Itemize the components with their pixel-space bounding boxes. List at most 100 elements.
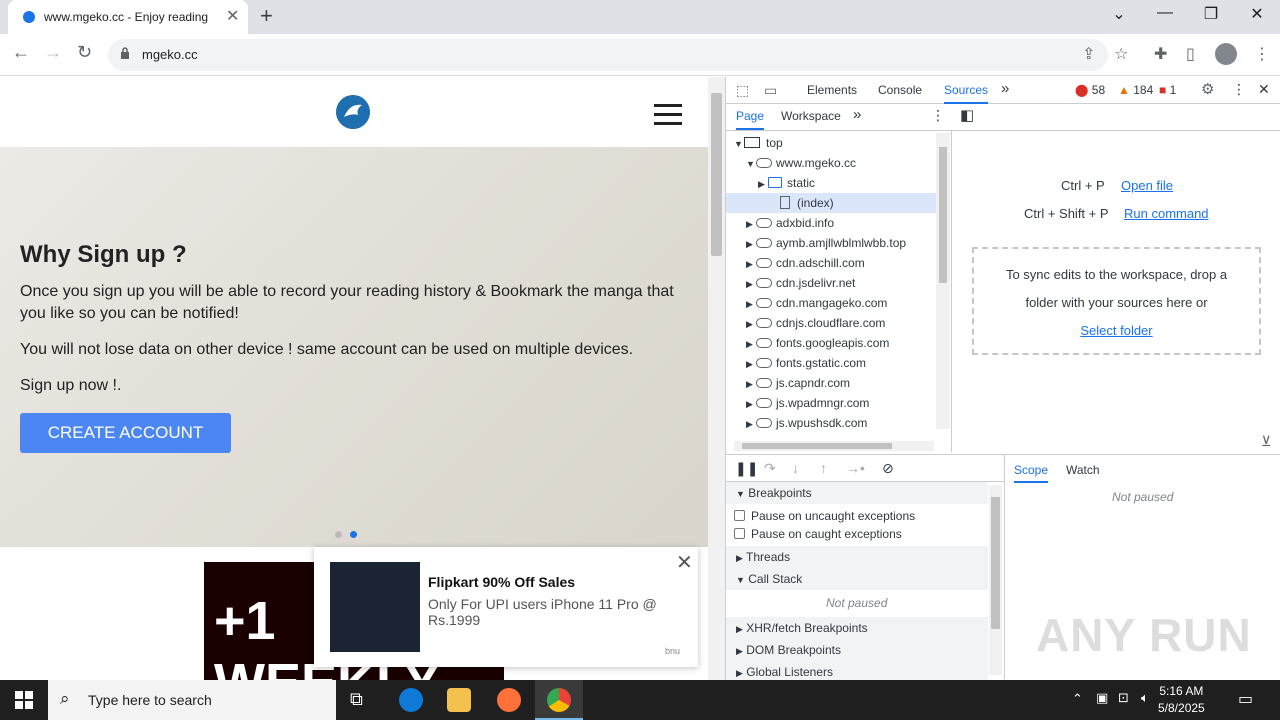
deactivate-breakpoints-icon[interactable]: ⊘	[882, 460, 894, 477]
open-file-link[interactable]: Open file	[1121, 178, 1173, 193]
slider-dot-1[interactable]	[335, 531, 342, 538]
xhr-breakpoints-section[interactable]: ▶ XHR/fetch Breakpoints	[726, 617, 988, 639]
tree-scrollbar-thumb[interactable]	[939, 147, 947, 283]
tab-scope[interactable]: Scope	[1014, 463, 1049, 483]
collapsed-triangle-icon[interactable]: ▶	[746, 314, 756, 334]
task-view-icon[interactable]: ⧉	[350, 689, 363, 710]
step-icon[interactable]: →•	[846, 460, 865, 476]
step-into-icon[interactable]: ↓	[792, 460, 799, 476]
tree-item[interactable]: ▶ cdn.mangageko.com	[726, 293, 936, 313]
collapsed-triangle-icon[interactable]: ▶	[758, 174, 768, 194]
chrome-taskbar-item[interactable]	[535, 680, 583, 720]
tree-item[interactable]: ▶ cdnjs.cloudflare.com	[726, 313, 936, 333]
forward-button[interactable]: →	[44, 42, 62, 63]
create-account-button[interactable]: CREATE ACCOUNT	[20, 413, 231, 453]
collapsed-triangle-icon[interactable]: ▶	[746, 414, 756, 434]
subtab-page[interactable]: Page	[736, 109, 765, 130]
expanded-triangle-icon[interactable]: ▼	[734, 134, 744, 154]
address-bar[interactable]: mgeko.cc	[108, 39, 1108, 71]
network-icon[interactable]: ⊡	[1118, 690, 1129, 706]
search-placeholder[interactable]: Type here to search	[88, 692, 212, 708]
edge-icon[interactable]	[399, 688, 423, 712]
error-count-badge[interactable]: ⬤ 58	[1075, 83, 1105, 97]
toggle-sidebar-icon[interactable]: ◧	[960, 106, 974, 124]
device-toggle-icon[interactable]: ▭	[764, 82, 777, 99]
restore-button[interactable]: ❐	[1188, 4, 1234, 24]
call-stack-section[interactable]: ▼ Call Stack	[726, 568, 988, 590]
warning-count-badge[interactable]: ▲ 184	[1118, 83, 1153, 97]
minimize-button[interactable]: —	[1142, 4, 1188, 22]
browser-tab[interactable]: www.mgeko.cc - Enjoy reading ✕	[8, 0, 248, 34]
reload-button[interactable]: ↻	[77, 42, 92, 63]
lock-icon[interactable]	[120, 47, 130, 59]
tree-scrollbar[interactable]	[936, 133, 950, 429]
step-out-icon[interactable]: ↑	[820, 460, 827, 476]
site-logo[interactable]	[336, 95, 370, 129]
tree-item[interactable]: ▼ www.mgeko.cc	[726, 153, 936, 173]
inspect-icon[interactable]: ⬚	[736, 82, 749, 99]
tree-hscrollbar-thumb[interactable]	[742, 443, 892, 449]
step-over-icon[interactable]: ↷	[764, 460, 776, 477]
scrollbar-thumb[interactable]	[711, 93, 722, 256]
back-button[interactable]: ←	[12, 42, 30, 63]
collapsed-triangle-icon[interactable]: ▶	[746, 254, 756, 274]
tree-item[interactable]: ▶ fonts.googleapis.com	[726, 333, 936, 353]
tree-item[interactable]: ▶ adxbid.info	[726, 213, 936, 233]
tab-close-icon[interactable]: ✕	[226, 6, 239, 26]
notifications-icon[interactable]: ▭	[1238, 689, 1253, 709]
pause-icon[interactable]: ❚❚	[735, 460, 758, 477]
subtab-more-icon[interactable]: »	[853, 106, 861, 123]
collapsed-triangle-icon[interactable]: ▶	[746, 374, 756, 394]
tab-elements[interactable]: Elements	[807, 83, 857, 97]
ad-headline[interactable]: Flipkart 90% Off Sales	[428, 574, 575, 590]
chrome-icon[interactable]	[547, 688, 571, 712]
hamburger-menu-icon[interactable]	[654, 104, 682, 131]
workspace-drop-zone[interactable]: To sync edits to the workspace, drop a f…	[972, 247, 1261, 355]
select-folder-link[interactable]: Select folder	[974, 317, 1259, 345]
checkbox-icon[interactable]	[734, 510, 745, 521]
run-command-link[interactable]: Run command	[1124, 206, 1209, 221]
profile-icon[interactable]	[1215, 43, 1237, 65]
tree-item[interactable]: ▶ aymb.amjllwblmlwbb.top	[726, 233, 936, 253]
windows-start-icon[interactable]	[15, 691, 33, 709]
tree-item[interactable]: ▶ js.wpadmngr.com	[726, 393, 936, 413]
pause-uncaught-checkbox[interactable]: Pause on uncaught exceptions	[734, 509, 915, 523]
tab-search-icon[interactable]: ⌄	[1096, 4, 1142, 24]
debug-scrollbar[interactable]	[989, 485, 1002, 675]
volume-icon[interactable]: 🔈︎	[1141, 690, 1149, 706]
tree-item[interactable]: ▶ js.capndr.com	[726, 373, 936, 393]
collapsed-triangle-icon[interactable]: ▶	[746, 294, 756, 314]
navigator-more-icon[interactable]: ⋮	[931, 107, 945, 124]
debug-scrollbar-thumb[interactable]	[991, 497, 1000, 629]
tree-item[interactable]: ▼ top	[726, 133, 936, 153]
console-drawer-icon[interactable]: ⊻	[1261, 433, 1271, 450]
collapsed-triangle-icon[interactable]: ▶	[746, 394, 756, 414]
expanded-triangle-icon[interactable]: ▼	[746, 154, 756, 174]
tree-hscrollbar[interactable]	[734, 441, 934, 451]
tree-item[interactable]: ▶ cdn.adschill.com	[726, 253, 936, 273]
page-scrollbar[interactable]	[708, 77, 725, 680]
tab-console[interactable]: Console	[878, 83, 922, 97]
tab-sources[interactable]: Sources	[944, 83, 989, 104]
collapsed-triangle-icon[interactable]: ▶	[746, 274, 756, 294]
collapsed-triangle-icon[interactable]: ▶	[746, 234, 756, 254]
breakpoints-section[interactable]: ▼ Breakpoints	[726, 482, 988, 504]
file-explorer-icon[interactable]	[447, 688, 471, 712]
tree-item[interactable]: ▶ js.wpushsdk.com	[726, 413, 936, 433]
collapsed-triangle-icon[interactable]: ▶	[746, 354, 756, 374]
url-text[interactable]: mgeko.cc	[142, 47, 198, 62]
devtools-close-icon[interactable]: ✕	[1258, 81, 1270, 98]
tree-item[interactable]: ▶ static	[726, 173, 936, 193]
ad-close-icon[interactable]: ✕	[676, 550, 693, 575]
firefox-icon[interactable]	[497, 688, 521, 712]
threads-section[interactable]: ▶ Threads	[726, 546, 988, 568]
extensions-icon[interactable]: ✚	[1154, 44, 1167, 64]
taskbar-search[interactable]: ⌕ Type here to search	[48, 680, 336, 720]
side-panel-icon[interactable]: ▯	[1186, 44, 1195, 64]
more-icon[interactable]: ⋮	[1254, 44, 1270, 64]
tree-item[interactable]: (index)	[726, 193, 936, 213]
collapsed-triangle-icon[interactable]: ▶	[746, 334, 756, 354]
star-icon[interactable]: ☆	[1114, 44, 1128, 64]
new-tab-button[interactable]: +	[260, 3, 273, 29]
slider-dot-2[interactable]	[350, 531, 357, 538]
